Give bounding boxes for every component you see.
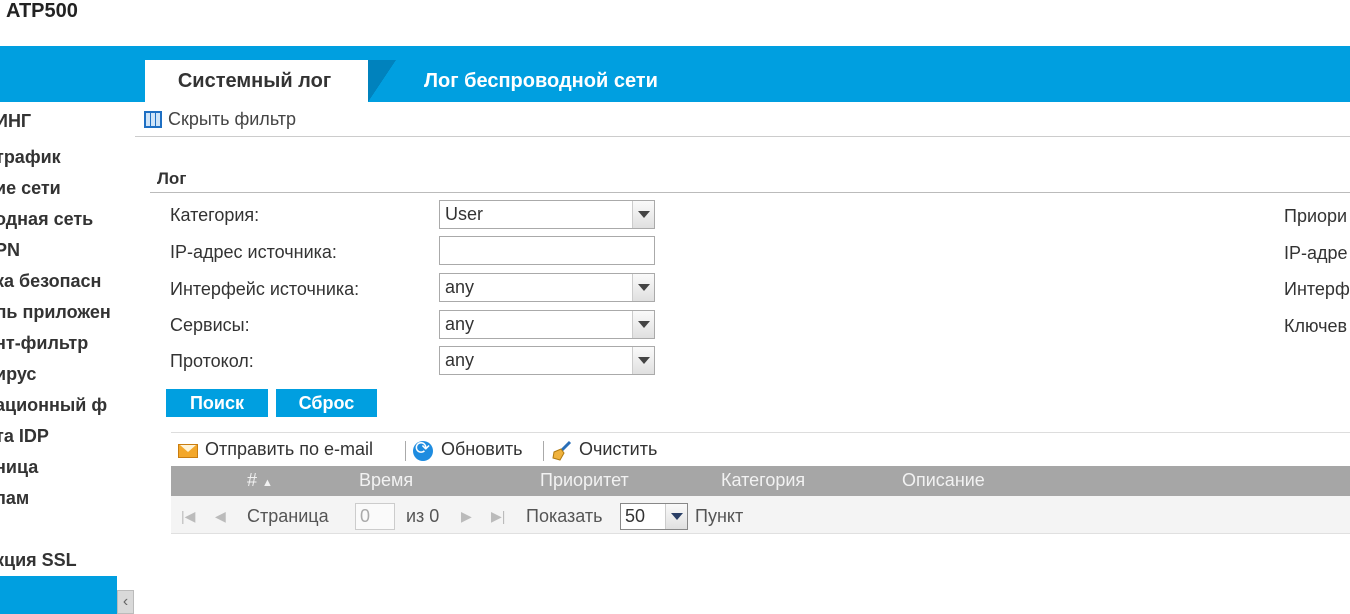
column-number[interactable]: # ▲ — [247, 470, 273, 491]
sidebar-item-traffic[interactable]: трафик — [0, 147, 61, 168]
prev-page-icon[interactable]: ◀ — [215, 508, 226, 525]
filter-toggle-bar: Скрыть фильтр — [135, 102, 1350, 137]
email-button[interactable]: Отправить по e-mail — [205, 439, 373, 460]
dest-ip-label: IP-адре — [1284, 243, 1348, 263]
sidebar-item-reputation-filter[interactable]: ационный ф — [0, 395, 107, 416]
column-priority[interactable]: Приоритет — [540, 470, 629, 491]
category-label: Категория: — [170, 205, 260, 225]
page-size-select[interactable]: 50 — [620, 503, 688, 530]
section-divider — [150, 192, 1350, 193]
sidebar: ИНГ трафик ие сети одная сеть PN ка безо… — [0, 102, 117, 576]
toolbar-separator — [405, 441, 406, 461]
column-description[interactable]: Описание — [902, 470, 985, 491]
refresh-button[interactable]: Обновить — [441, 439, 523, 460]
tab-wireless-log[interactable]: Лог беспроводной сети — [424, 60, 658, 102]
clear-button[interactable]: Очистить — [579, 439, 657, 460]
toolbar-separator — [543, 441, 544, 461]
source-interface-label: Интерфейс источника: — [170, 279, 360, 299]
column-time[interactable]: Время — [359, 470, 413, 491]
page-size-value: 50 — [625, 506, 646, 526]
brand-title: ATP500 — [6, 0, 78, 22]
table-icon — [144, 111, 162, 128]
sidebar-item-idp[interactable]: та IDP — [0, 426, 49, 447]
protocol-value: any — [445, 350, 475, 370]
page-count: из 0 — [406, 506, 440, 526]
sidebar-item-wan[interactable]: одная сеть — [0, 209, 93, 230]
column-number-label: # — [247, 470, 258, 490]
source-interface-value: any — [445, 277, 475, 297]
sidebar-item-antivirus[interactable]: ирус — [0, 364, 36, 385]
sidebar-item-ssl-inspection[interactable]: кция SSL — [0, 550, 77, 571]
protocol-select[interactable]: any — [439, 346, 655, 375]
sidebar-item-monitoring[interactable]: ИНГ — [0, 111, 31, 132]
chevron-down-icon[interactable] — [665, 504, 687, 529]
sidebar-item-antispam[interactable]: пам — [0, 488, 29, 509]
last-page-icon[interactable]: ▶| — [491, 508, 505, 525]
sidebar-item-security-policy[interactable]: ка безопасн — [0, 271, 101, 292]
pager: |◀ ◀ Страница 0 из 0 ▶ ▶| Показать 50 Пу… — [171, 496, 1350, 534]
page-label: Страница — [247, 506, 329, 526]
keyword-label: Ключев — [1284, 316, 1348, 336]
source-interface-select[interactable]: any — [439, 273, 655, 302]
services-label: Сервисы: — [170, 315, 250, 335]
page-input[interactable]: 0 — [355, 503, 395, 530]
sidebar-item-network[interactable]: ие сети — [0, 178, 61, 199]
hide-filter-link[interactable]: Скрыть фильтр — [168, 109, 296, 130]
sidebar-gap — [117, 102, 135, 614]
column-category[interactable]: Категория — [721, 470, 805, 491]
sidebar-item-vpn[interactable]: PN — [0, 240, 20, 261]
sidebar-footer — [0, 576, 117, 604]
first-page-icon[interactable]: |◀ — [181, 508, 195, 525]
reset-button[interactable]: Сброс — [276, 389, 377, 417]
services-value: any — [445, 314, 475, 334]
dest-interface-label: Интерф — [1284, 279, 1350, 299]
services-select[interactable]: any — [439, 310, 655, 339]
sidebar-item-content-filter[interactable]: нт-фильтр — [0, 333, 88, 354]
sidebar-item-app-control[interactable]: ль приложен — [0, 302, 111, 323]
protocol-label: Протокол: — [170, 351, 254, 371]
tab-system-log[interactable]: Системный лог — [145, 60, 368, 102]
chevron-down-icon[interactable] — [632, 274, 654, 301]
source-ip-input[interactable] — [439, 236, 655, 265]
sidebar-collapse-button[interactable]: ‹ — [117, 590, 134, 614]
refresh-icon[interactable] — [413, 438, 433, 461]
search-button[interactable]: Поиск — [166, 389, 268, 417]
category-value: User — [445, 204, 484, 224]
chevron-down-icon[interactable] — [632, 311, 654, 338]
grid-toolbar: Отправить по e-mail Обновить Очистить — [171, 432, 1350, 466]
show-label: Показать — [526, 506, 603, 526]
envelope-icon[interactable] — [178, 444, 198, 458]
priority-label: Приори — [1284, 206, 1348, 226]
next-page-icon[interactable]: ▶ — [461, 508, 472, 525]
sort-asc-icon: ▲ — [262, 477, 273, 489]
grid-header: # ▲ Время Приоритет Категория Описание — [171, 466, 1350, 496]
category-select[interactable]: User — [439, 200, 655, 229]
broom-icon[interactable] — [551, 440, 573, 462]
chevron-down-icon[interactable] — [632, 201, 654, 228]
tab-divider — [368, 60, 396, 102]
items-label: Пункт — [695, 506, 744, 526]
section-title: Лог — [157, 169, 187, 188]
sidebar-item-sandbox[interactable]: ница — [0, 457, 38, 478]
chevron-down-icon[interactable] — [632, 347, 654, 374]
source-ip-label: IP-адрес источника: — [170, 242, 337, 262]
